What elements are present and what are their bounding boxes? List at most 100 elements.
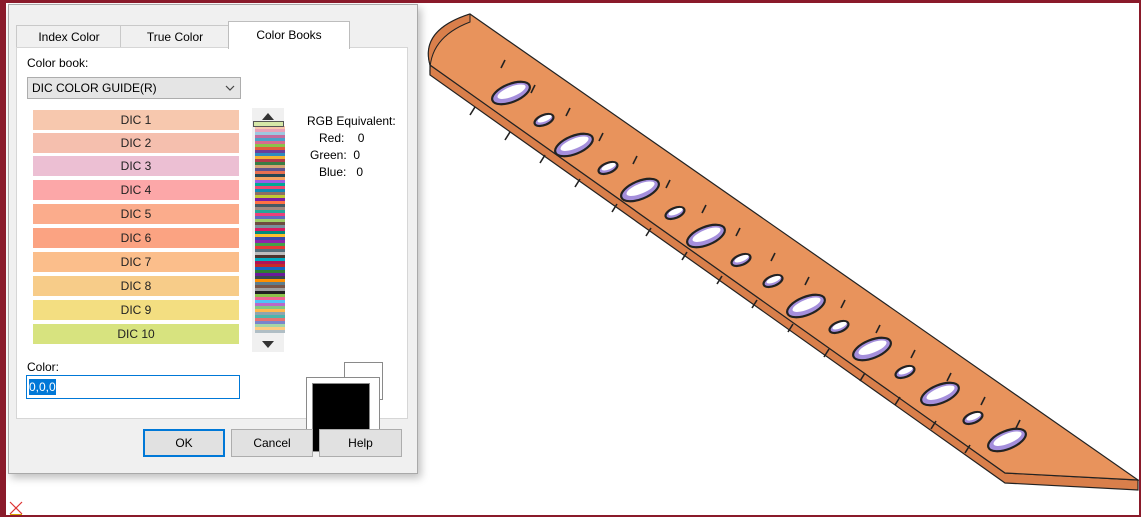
strip-band (255, 225, 285, 229)
tab-color-books[interactable]: Color Books (228, 21, 350, 49)
chevron-down-icon (225, 85, 235, 91)
strip-band (255, 135, 285, 139)
strip-band (255, 132, 285, 136)
strip-band (255, 237, 285, 241)
red-value: 0 (357, 131, 365, 145)
triangle-down-icon[interactable] (252, 336, 284, 352)
swatch-label: DIC 10 (117, 327, 155, 341)
help-button[interactable]: Help (319, 429, 402, 457)
swatch-item[interactable]: DIC 10 (33, 324, 239, 344)
blue-row: Blue: 0 (319, 164, 363, 181)
strip-band (255, 138, 285, 142)
swatch-item[interactable]: DIC 5 (33, 204, 239, 224)
color-page-scrollbar[interactable] (252, 108, 285, 352)
strip-band (255, 156, 285, 160)
swatch-item[interactable]: DIC 9 (33, 300, 239, 320)
strip-band (255, 195, 285, 199)
blue-value: 0 (356, 165, 364, 179)
swatch-label: DIC 2 (120, 136, 152, 150)
strip-band (255, 201, 285, 205)
color-book-value: DIC COLOR GUIDE(R) (32, 81, 157, 95)
swatch-item[interactable]: DIC 1 (33, 110, 239, 130)
swatch-label: DIC 4 (120, 183, 152, 197)
swatch-item[interactable]: DIC 4 (33, 180, 239, 200)
blue-label: Blue: (319, 165, 347, 179)
strip-band (255, 312, 285, 316)
strip-band (255, 183, 285, 187)
strip-band (255, 327, 285, 331)
select-color-dialog: Index Color True Color Color Books Color… (8, 4, 418, 474)
strip-band (255, 324, 285, 328)
strip-band (255, 174, 285, 178)
strip-band (255, 213, 285, 217)
swatch-label: DIC 6 (120, 231, 152, 245)
strip-band (255, 282, 285, 286)
color-book-dropdown[interactable]: DIC COLOR GUIDE(R) (27, 77, 241, 99)
cancel-button[interactable]: Cancel (231, 429, 313, 457)
ok-button[interactable]: OK (143, 429, 225, 457)
strip-band (255, 150, 285, 154)
strip-band (255, 318, 285, 322)
strip-band (255, 294, 285, 298)
strip-band (255, 303, 285, 307)
strip-band (255, 279, 285, 283)
tab-strip: Index Color True Color Color Books (16, 21, 406, 49)
strip-band (255, 216, 285, 220)
strip-band (255, 255, 285, 259)
swatch-label: DIC 9 (120, 303, 152, 317)
color-label: Color: (27, 360, 60, 374)
green-label: Green: (310, 148, 347, 162)
strip-band (255, 204, 285, 208)
swatch-item[interactable]: DIC 8 (33, 276, 239, 296)
strip-band (255, 159, 285, 163)
tab-true-color[interactable]: True Color (120, 25, 230, 48)
strip-band (255, 306, 285, 310)
strip-band (255, 243, 285, 247)
strip-band (255, 177, 285, 181)
strip-band (255, 309, 285, 313)
swatch-item[interactable]: DIC 6 (33, 228, 239, 248)
swatch-item[interactable]: DIC 7 (33, 252, 239, 272)
bar-bottom-slot (504, 131, 511, 141)
tab-index-color[interactable]: Index Color (16, 25, 122, 48)
strip-band (255, 192, 285, 196)
color-books-panel: Color book: DIC COLOR GUIDE(R) DIC 1 DIC… (16, 47, 408, 452)
strip-band (255, 258, 285, 262)
strip-band (255, 246, 285, 250)
strip-band (255, 273, 285, 277)
swatch-label: DIC 5 (120, 207, 152, 221)
strip-band (255, 189, 285, 193)
strip-band (255, 231, 285, 235)
strip-band (255, 252, 285, 256)
green-row: Green: 0 (310, 147, 360, 164)
strip-band (255, 153, 285, 157)
strip-band (255, 234, 285, 238)
strip-band (255, 222, 285, 226)
scroll-thumb[interactable] (253, 121, 284, 127)
strip-band (255, 147, 285, 151)
bar-top-face (427, 13, 1141, 481)
color-field[interactable]: 0,0,0 (26, 375, 240, 399)
strip-band (255, 267, 285, 271)
strip-band (255, 261, 285, 265)
strip-band (255, 228, 285, 232)
strip-band (255, 219, 285, 223)
strip-band (255, 291, 285, 295)
red-row: Red: 0 (319, 130, 364, 147)
rgb-heading: RGB Equivalent: (307, 114, 396, 128)
swatch-label: DIC 7 (120, 255, 152, 269)
strip-band (255, 165, 285, 169)
strip-band (255, 276, 285, 280)
color-page-strip[interactable] (255, 126, 285, 333)
strip-band (255, 144, 285, 148)
red-label: Red: (319, 131, 345, 145)
strip-band (255, 180, 285, 184)
swatch-item[interactable]: DIC 3 (33, 156, 239, 176)
green-value: 0 (353, 148, 361, 162)
swatch-label: DIC 3 (120, 159, 152, 173)
strip-band (255, 297, 285, 301)
swatch-item[interactable]: DIC 2 (33, 133, 239, 153)
strip-band (255, 186, 285, 190)
swatch-label: DIC 1 (120, 113, 152, 127)
strip-band (255, 285, 285, 289)
